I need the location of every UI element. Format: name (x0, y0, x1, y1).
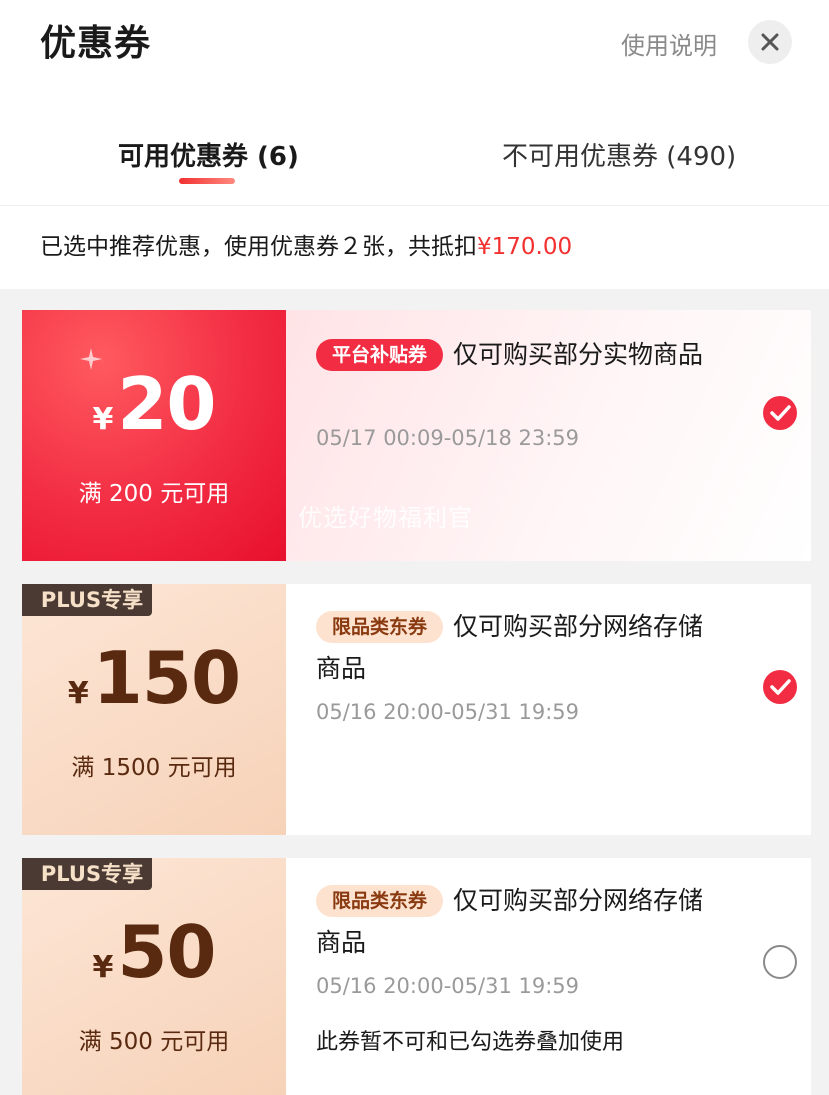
coupon-validity: 05/16 20:00-05/31 19:59 (316, 974, 580, 998)
summary-text: 已选中推荐优惠，使用优惠券２张，共抵扣 (40, 234, 477, 260)
coupon-description: 限品类东券 仅可购买部分网络存储 商品 (316, 606, 736, 690)
close-button[interactable] (748, 20, 792, 64)
coupon-amount: ¥150 (22, 636, 286, 720)
coupon-detail-panel: 限品类东券 仅可购买部分网络存储 商品 05/16 20:00-05/31 19:… (286, 858, 811, 1095)
coupon-value-panel: PLUS专享 ¥50 满 500 元可用 (22, 858, 286, 1095)
coupon-card[interactable]: ¥20 满 200 元可用 平台补贴券 仅可购买部分实物商品 05/17 00:0… (22, 310, 811, 561)
coupon-threshold: 满 1500 元可用 (71, 755, 237, 781)
checkmark-icon (770, 405, 791, 421)
coupon-checkbox[interactable] (763, 396, 797, 430)
coupon-amount: ¥50 (22, 910, 286, 994)
coupon-value: 50 (117, 910, 216, 994)
coupon-desc-line2: 商品 (316, 654, 367, 683)
coupon-amount: ¥20 (22, 362, 286, 446)
active-tab-indicator (179, 178, 235, 184)
coupon-desc-line1: 仅可购买部分实物商品 (453, 340, 704, 369)
coupon-type-tag: 平台补贴券 (316, 339, 444, 371)
checkmark-icon (770, 679, 791, 695)
plus-exclusive-badge: PLUS专享 (22, 584, 152, 616)
coupon-threshold: 满 500 元可用 (78, 1029, 230, 1055)
coupon-desc-line1: 仅可购买部分网络存储 (453, 886, 704, 915)
coupon-checkbox[interactable] (763, 945, 797, 979)
coupon-sheet-header: 优惠券 使用说明 可用优惠券 (6) 不可用优惠券 (490) (0, 0, 829, 205)
coupon-value-panel: PLUS专享 ¥150 满 1500 元可用 (22, 584, 286, 835)
coupon-description: 限品类东券 仅可购买部分网络存储 商品 (316, 880, 736, 964)
coupon-desc-line1: 仅可购买部分网络存储 (453, 612, 704, 641)
coupon-description: 平台补贴券 仅可购买部分实物商品 (316, 334, 736, 376)
coupon-value: 150 (92, 636, 241, 720)
coupon-watermark: 优选好物福利官 (298, 504, 473, 532)
usage-instructions-link[interactable]: 使用说明 (621, 26, 717, 61)
coupon-stack-note: 此券暂不可和已勾选券叠加使用 (316, 1030, 625, 1055)
currency-symbol: ¥ (67, 676, 89, 711)
coupon-validity: 05/17 00:09-05/18 23:59 (316, 426, 580, 450)
coupon-validity: 05/16 20:00-05/31 19:59 (316, 700, 580, 724)
coupon-card[interactable]: PLUS专享 ¥150 满 1500 元可用 限品类东券 仅可购买部分网络存储 商… (22, 584, 811, 835)
currency-symbol: ¥ (92, 950, 114, 985)
coupon-type-tag: 限品类东券 (316, 885, 444, 917)
coupon-value-panel: ¥20 满 200 元可用 (22, 310, 286, 561)
tab-available-coupons[interactable]: 可用优惠券 (6) (118, 136, 299, 173)
discount-amount: ¥170.00 (477, 234, 573, 260)
coupon-value: 20 (117, 362, 216, 446)
coupon-detail-panel: 平台补贴券 仅可购买部分实物商品 05/17 00:09-05/18 23:59 … (286, 310, 811, 561)
coupon-desc-line2: 商品 (316, 928, 367, 957)
coupon-card[interactable]: PLUS专享 ¥50 满 500 元可用 限品类东券 仅可购买部分网络存储 商品 … (22, 858, 811, 1095)
coupon-type-tag: 限品类东券 (316, 611, 444, 643)
page-title: 优惠券 (40, 23, 152, 64)
close-icon (761, 33, 779, 51)
currency-symbol: ¥ (92, 402, 114, 437)
selection-summary: 已选中推荐优惠，使用优惠券２张，共抵扣¥170.00 (0, 205, 829, 289)
plus-exclusive-badge: PLUS专享 (22, 858, 152, 890)
coupon-detail-panel: 限品类东券 仅可购买部分网络存储 商品 05/16 20:00-05/31 19:… (286, 584, 811, 835)
tab-unavailable-coupons[interactable]: 不可用优惠券 (490) (502, 136, 736, 173)
coupon-threshold: 满 200 元可用 (78, 481, 230, 507)
coupon-checkbox[interactable] (763, 670, 797, 704)
